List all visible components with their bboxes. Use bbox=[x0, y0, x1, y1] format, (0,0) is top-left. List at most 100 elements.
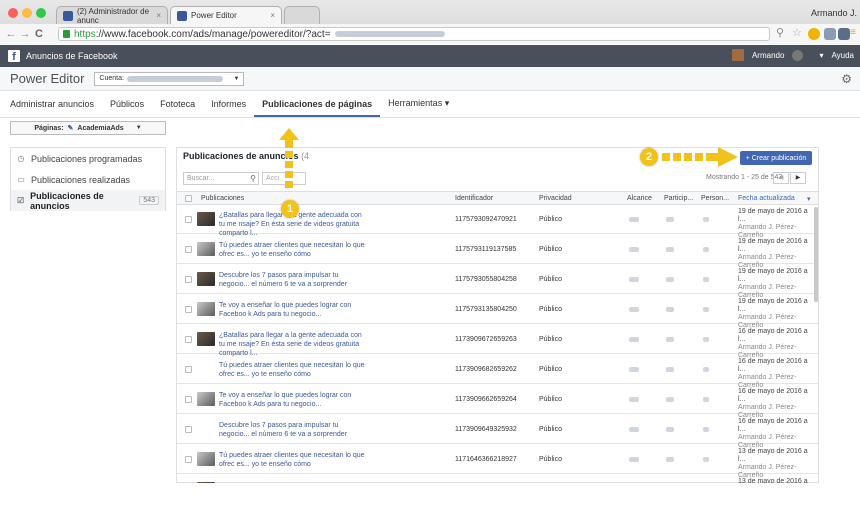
extension-code-icon[interactable] bbox=[824, 28, 836, 40]
row-checkbox[interactable] bbox=[185, 336, 192, 343]
column-header-participacion[interactable]: Particip... bbox=[664, 195, 693, 202]
post-id: 1173909682659262 bbox=[455, 366, 517, 373]
table-row[interactable]: ¿Batallas para llegar a la gente adecuad… bbox=[177, 205, 818, 239]
avatar[interactable] bbox=[731, 49, 744, 61]
reach-value-redacted bbox=[629, 457, 639, 462]
main-navigation: Administrar anuncios Públicos Fototeca I… bbox=[0, 92, 860, 118]
search-placeholder: Buscar... bbox=[187, 175, 215, 182]
table-row[interactable]: Tú puedes atraer clientes que necesitan … bbox=[177, 445, 818, 479]
facebook-favicon-icon bbox=[63, 10, 73, 21]
menu-icon[interactable]: ≡ bbox=[850, 28, 858, 40]
engagement-value-redacted bbox=[666, 427, 674, 432]
facebook-logo-icon[interactable]: f bbox=[8, 50, 20, 63]
maximize-window-icon[interactable] bbox=[36, 8, 46, 18]
extension-emoji-icon[interactable] bbox=[808, 28, 820, 40]
post-text[interactable]: Tú puedes atraer clientes que necesitan … bbox=[219, 361, 369, 379]
table-row[interactable]: ¿Batallas para llegar a la gente adecuad… bbox=[177, 325, 818, 359]
tab-title: Power Editor bbox=[191, 11, 237, 20]
sort-desc-icon[interactable]: ▾ bbox=[807, 195, 811, 203]
fb-user-name[interactable]: Armando bbox=[752, 51, 784, 60]
column-header-identificador[interactable]: Identificador bbox=[455, 195, 493, 202]
post-id: 1173909649325932 bbox=[455, 426, 517, 433]
tab-herramientas[interactable]: Herramientas ▾ bbox=[380, 92, 457, 117]
row-checkbox[interactable] bbox=[185, 366, 192, 373]
table-row[interactable]: Te voy a enseñar lo que puedes lograr co… bbox=[177, 295, 818, 329]
table-row[interactable]: Tú puedes atraer clientes que necesitan … bbox=[177, 355, 818, 389]
browser-profile[interactable]: Armando J. bbox=[808, 4, 860, 22]
post-text[interactable]: Tú puedes atraer clientes que necesitan … bbox=[219, 451, 369, 469]
account-selector[interactable]: Cuenta: ▼ bbox=[94, 71, 245, 86]
row-checkbox[interactable] bbox=[185, 276, 192, 283]
table-row[interactable]: Descubre los 7 pasos para impulsar tu ne… bbox=[177, 265, 818, 299]
bookmark-star-icon[interactable]: ☆ bbox=[792, 26, 804, 39]
row-checkbox[interactable] bbox=[185, 246, 192, 253]
search-input[interactable]: Buscar... ⚲ bbox=[183, 172, 259, 185]
sidebar-item-realizadas[interactable]: ▭ Publicaciones realizadas bbox=[11, 169, 165, 190]
post-text[interactable]: Te voy a enseñar lo que puedes lograr co… bbox=[219, 391, 369, 409]
column-header-alcance[interactable]: Alcance bbox=[627, 195, 652, 202]
tab-fototeca[interactable]: Fototeca bbox=[152, 92, 203, 117]
close-tab-icon[interactable]: × bbox=[156, 11, 161, 20]
post-text[interactable]: Te voy a enseñar lo que puedes lograr co… bbox=[219, 301, 369, 319]
tab-informes[interactable]: Informes bbox=[203, 92, 254, 117]
browser-tab-power-editor[interactable]: Power Editor × bbox=[170, 6, 282, 24]
post-date-text: 13 de mayo de 2016 a l... bbox=[738, 478, 808, 483]
create-post-button[interactable]: + Crear publicación bbox=[740, 151, 812, 165]
pages-value: AcademiaAds bbox=[77, 124, 124, 132]
table-row[interactable]: Tú puedes atraer clientes que necesitan … bbox=[177, 235, 818, 269]
tab-administrar-anuncios[interactable]: Administrar anuncios bbox=[10, 92, 102, 117]
next-page-button[interactable]: ▶ bbox=[790, 172, 806, 184]
search-icon[interactable]: ⚲ bbox=[250, 174, 256, 183]
column-header-publicaciones[interactable]: Publicaciones bbox=[201, 195, 244, 202]
url-field[interactable]: https://www.facebook.com/ads/manage/powe… bbox=[58, 27, 770, 41]
column-header-personas[interactable]: Person... bbox=[701, 195, 729, 202]
globe-icon[interactable] bbox=[792, 49, 804, 61]
post-privacy: Público bbox=[539, 396, 562, 403]
post-text[interactable]: Tú puedes atraer clientes que necesitan … bbox=[219, 241, 369, 259]
row-checkbox[interactable] bbox=[185, 306, 192, 313]
row-checkbox[interactable] bbox=[185, 426, 192, 433]
back-icon[interactable]: ← bbox=[4, 28, 18, 40]
people-value-redacted bbox=[703, 397, 709, 402]
table-row[interactable]: Te voy a enseñar lo que puedes lograr co… bbox=[177, 385, 818, 419]
row-checkbox[interactable] bbox=[185, 456, 192, 463]
tab-publicaciones-de-paginas[interactable]: Publicaciones de páginas bbox=[254, 92, 381, 117]
annotation-arrow-up bbox=[279, 128, 299, 190]
select-all-checkbox[interactable] bbox=[185, 195, 192, 202]
help-link[interactable]: Ayuda bbox=[831, 51, 854, 60]
post-text[interactable]: Descubre los 7 pasos para impulsar tu ne… bbox=[219, 271, 369, 289]
close-tab-icon[interactable]: × bbox=[270, 11, 275, 20]
row-checkbox[interactable] bbox=[185, 396, 192, 403]
minimize-window-icon[interactable] bbox=[22, 8, 32, 18]
extension-v-icon[interactable] bbox=[838, 28, 850, 40]
post-text[interactable]: Descubre los 7 pasos para impulsar tu ne… bbox=[219, 421, 369, 439]
table-row[interactable]: 13 de mayo de 2016 a l... bbox=[177, 475, 818, 483]
tab-publicos[interactable]: Públicos bbox=[102, 92, 152, 117]
sidebar-item-anuncios[interactable]: ☑ Publicaciones de anuncios 543 bbox=[11, 190, 165, 211]
table-row[interactable]: Descubre los 7 pasos para impulsar tu ne… bbox=[177, 415, 818, 449]
column-header-fecha[interactable]: Fecha actualizada bbox=[738, 195, 795, 202]
engagement-value-redacted bbox=[666, 217, 674, 222]
engagement-value-redacted bbox=[666, 397, 674, 402]
engagement-value-redacted bbox=[666, 307, 674, 312]
scrollbar[interactable] bbox=[814, 207, 818, 302]
zoom-icon[interactable]: ⚲ bbox=[776, 26, 788, 39]
dropdown-icon[interactable]: ▾ bbox=[819, 51, 823, 60]
row-checkbox[interactable] bbox=[185, 216, 192, 223]
reload-icon[interactable]: C bbox=[32, 28, 46, 40]
sidebar-item-programadas[interactable]: ◷ Publicaciones programadas bbox=[11, 148, 165, 169]
annotation-badge-2: 2 bbox=[640, 148, 658, 166]
gear-icon[interactable]: ⚙ bbox=[841, 72, 852, 86]
facebook-top-bar: f Anuncios de Facebook Armando ▾ Ayuda bbox=[0, 45, 860, 67]
clock-icon: ◷ bbox=[17, 154, 25, 163]
browser-tab-ads-manager[interactable]: (2) Administrador de anunc × bbox=[56, 6, 168, 25]
power-editor-header: Power Editor Cuenta: ▼ bbox=[0, 67, 860, 91]
column-header-privacidad[interactable]: Privacidad bbox=[539, 195, 572, 202]
new-tab-button[interactable] bbox=[284, 6, 320, 24]
previous-page-button[interactable]: ◀ bbox=[773, 172, 789, 184]
forward-icon[interactable]: → bbox=[18, 28, 32, 40]
edit-icon: ☑ bbox=[17, 196, 25, 205]
post-text[interactable]: ¿Batallas para llegar a la gente adecuad… bbox=[219, 331, 369, 358]
pages-selector[interactable]: Páginas: ✎ AcademiaAds ▼ bbox=[10, 121, 166, 135]
close-window-icon[interactable] bbox=[8, 8, 18, 18]
